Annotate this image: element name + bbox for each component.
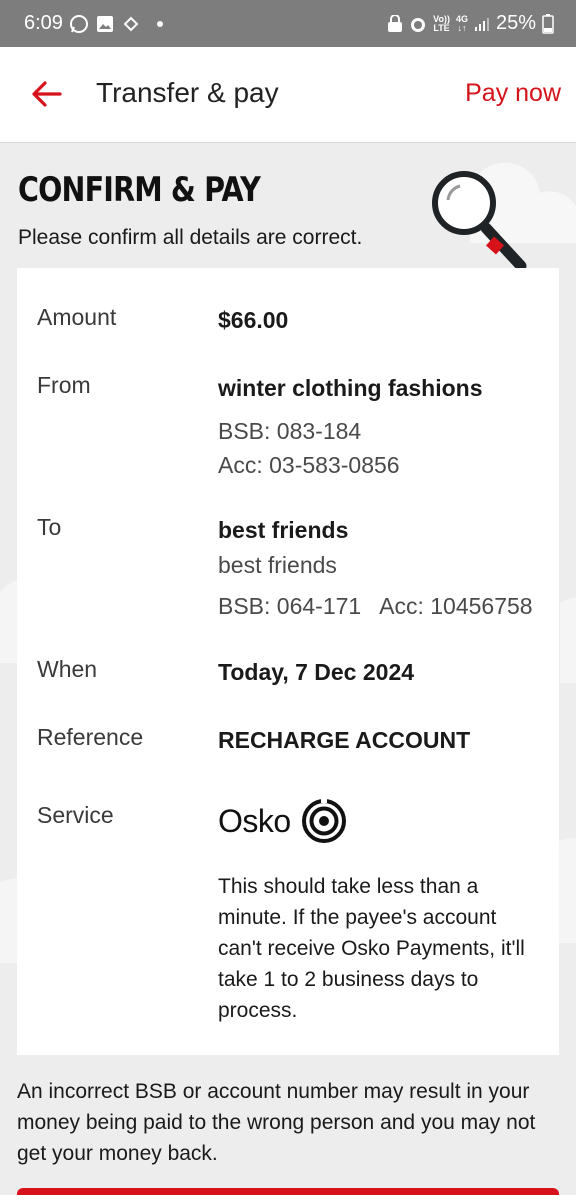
status-bar: 6:09 Vo)) LTE 4G ↓↑ 25%	[0, 0, 576, 47]
to-payee-nickname: best friends	[218, 552, 337, 578]
to-account-details: BSB: 064-171 Acc: 10456758	[218, 593, 533, 619]
warning-text: An incorrect BSB or account number may r…	[17, 1080, 536, 1165]
network-type-indicator: 4G ↓↑	[456, 14, 468, 33]
volte-indicator: Vo)) LTE	[433, 14, 450, 33]
osko-name: Osko	[218, 802, 291, 839]
when-value: Today, 7 Dec 2024	[218, 659, 415, 685]
gallery-icon	[95, 14, 115, 34]
amount-value: $66.00	[218, 307, 289, 333]
to-payee-name: best friends	[218, 517, 349, 543]
reference-label: Reference	[37, 724, 144, 750]
status-time: 6:09	[24, 12, 63, 34]
notification-dot-icon	[156, 20, 163, 27]
status-bar-left: 6:09	[24, 12, 163, 35]
app-header: Transfer & pay Pay now	[0, 47, 576, 143]
service-label: Service	[37, 802, 114, 828]
volte-bottom: LTE	[433, 22, 450, 33]
magnifier-icon	[432, 171, 527, 270]
header-title: Transfer & pay	[96, 77, 279, 108]
pay-now-button[interactable]: Pay now	[465, 79, 561, 108]
osko-service: Osko	[218, 798, 347, 844]
battery-percent: 25%	[495, 12, 536, 34]
from-label: From	[37, 372, 91, 398]
osko-logo-icon	[301, 799, 346, 843]
when-label: When	[37, 656, 98, 682]
confirm-pay-button[interactable]	[17, 1188, 559, 1195]
amount-label: Amount	[37, 304, 117, 330]
lock-icon	[387, 14, 403, 33]
battery-icon	[542, 13, 554, 34]
whatsapp-icon	[69, 14, 89, 34]
signal-icon	[474, 16, 490, 32]
arrow-left-icon	[32, 81, 62, 107]
from-account-name: winter clothing fashions	[218, 375, 483, 401]
status-bar-right: Vo)) LTE 4G ↓↑ 25%	[387, 12, 554, 35]
from-account-number: Acc: 03-583-0856	[218, 452, 400, 478]
back-button[interactable]	[30, 79, 64, 109]
reference-value: RECHARGE ACCOUNT	[218, 727, 471, 753]
osko-description: This should take less than a minute. If …	[218, 875, 525, 1022]
sync-icon	[121, 14, 141, 34]
confirm-details-card: Amount $66.00 From winter clothing fashi…	[17, 268, 559, 1055]
to-label: To	[37, 514, 62, 540]
network-type-bottom: ↓↑	[457, 22, 467, 33]
alarm-icon	[409, 15, 427, 33]
page-title: CONFIRM & PAY	[18, 170, 261, 210]
page-subtitle: Please confirm all details are correct.	[18, 226, 363, 249]
from-bsb: BSB: 083-184	[218, 418, 362, 444]
